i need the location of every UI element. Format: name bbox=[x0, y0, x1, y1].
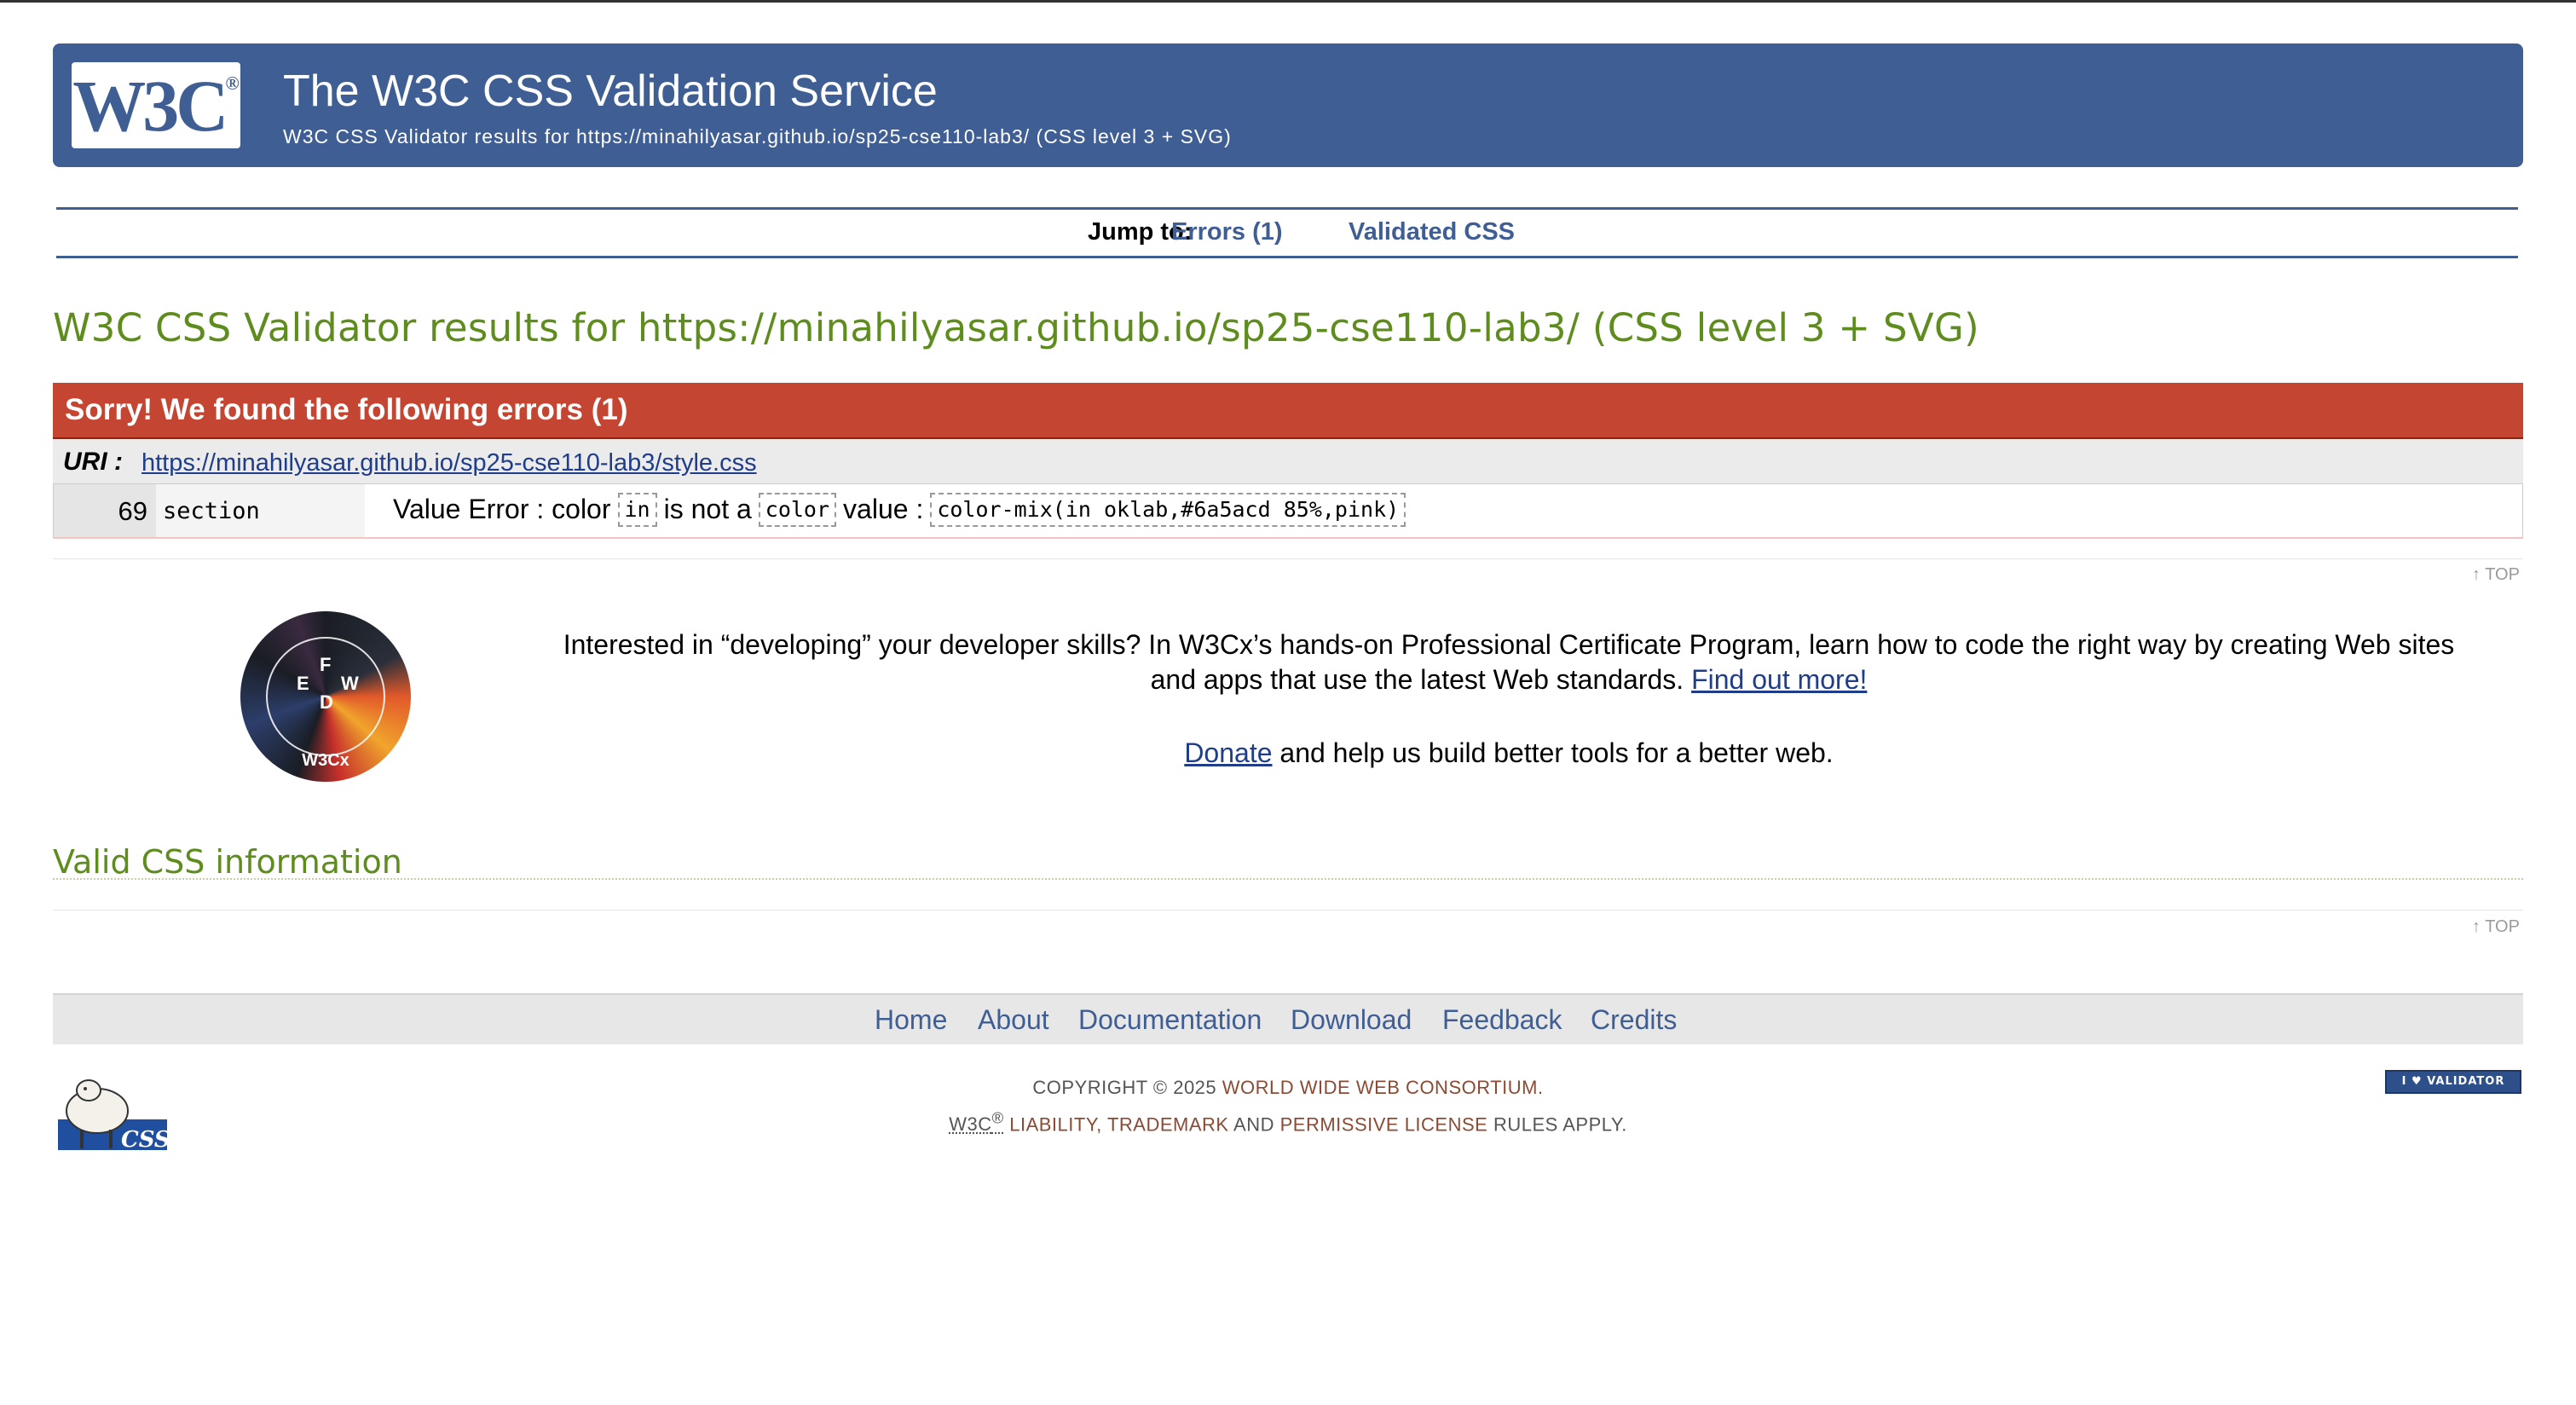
w3c-registered-mark: ® bbox=[991, 1109, 1004, 1127]
w3c-consortium-link[interactable]: WORLD WIDE WEB CONSORTIUM. bbox=[1222, 1077, 1544, 1098]
header-banner: W3C® The W3C CSS Validation Service W3C … bbox=[53, 43, 2523, 167]
jump-nav: Jump to: Errors (1) Validated CSS bbox=[56, 207, 2518, 258]
results-heading: W3C CSS Validator results for https://mi… bbox=[53, 305, 1979, 350]
error-underline bbox=[53, 537, 2523, 539]
footer-link-download[interactable]: Download bbox=[1291, 1004, 1412, 1036]
error-line-cell: 69 bbox=[54, 484, 156, 537]
footer-link-feedback[interactable]: Feedback bbox=[1442, 1004, 1562, 1036]
and-text: AND bbox=[1233, 1113, 1274, 1136]
error-line-number: 69 bbox=[118, 496, 147, 526]
errors-header: Sorry! We found the following errors (1) bbox=[53, 383, 2523, 439]
uri-label: URI : bbox=[63, 448, 123, 476]
donate-line: Donate and help us build better tools fo… bbox=[546, 737, 2472, 769]
find-out-more-link[interactable]: Find out more! bbox=[1691, 664, 1867, 695]
trademark-link[interactable]: TRADEMARK bbox=[1107, 1113, 1229, 1135]
error-message-mid: is not a bbox=[663, 494, 752, 525]
uri-row: URI : https://minahilyasar.github.io/sp2… bbox=[53, 439, 2523, 483]
jump-validated-css-link[interactable]: Validated CSS bbox=[1349, 218, 1515, 246]
error-message-suffix: value : bbox=[843, 494, 924, 525]
copyright: COPYRIGHT © 2025 WORLD WIDE WEB CONSORTI… bbox=[0, 1073, 2576, 1140]
footer-link-home[interactable]: Home bbox=[875, 1004, 947, 1036]
w3c-logo-text: W3C bbox=[72, 64, 228, 147]
back-to-top-link[interactable]: ↑ TOP bbox=[2472, 565, 2520, 585]
uri-link[interactable]: https://minahilyasar.github.io/sp25-cse1… bbox=[142, 449, 757, 477]
w3cx-badge[interactable]: F E W D W3Cx bbox=[240, 611, 411, 782]
page-subtitle: W3C CSS Validator results for https://mi… bbox=[283, 125, 1232, 147]
error-message-prefix: Value Error : color bbox=[393, 494, 611, 525]
valid-css-heading: Valid CSS information bbox=[53, 843, 402, 881]
badge-caption: W3Cx bbox=[302, 751, 349, 770]
badge-letter-f: F bbox=[320, 654, 332, 675]
promo-body: Interested in “developing” your develope… bbox=[563, 629, 2455, 695]
badge-letter-w: W bbox=[341, 673, 359, 694]
error-context-cell: section bbox=[156, 484, 365, 537]
promo-text: Interested in “developing” your develope… bbox=[546, 627, 2472, 697]
w3c-logo[interactable]: W3C® bbox=[72, 62, 240, 148]
donate-text: and help us build better tools for a bet… bbox=[1279, 737, 1834, 768]
footer-link-credits[interactable]: Credits bbox=[1591, 1004, 1677, 1036]
i-love-validator-badge[interactable]: I ♥ VALIDATOR bbox=[2385, 1070, 2521, 1094]
jump-errors-link[interactable]: Errors (1) bbox=[1171, 218, 1283, 246]
error-code-token: in bbox=[617, 493, 657, 527]
error-code-value: color-mix(in oklab,#6a5acd 85%,pink) bbox=[930, 493, 1406, 527]
badge-letter-e: E bbox=[297, 673, 309, 694]
valid-css-divider bbox=[53, 878, 2523, 880]
page-title[interactable]: The W3C CSS Validation Service bbox=[283, 66, 938, 117]
footer-nav: Home About Documentation Download Feedba… bbox=[53, 993, 2523, 1044]
divider bbox=[53, 910, 2523, 911]
error-context: section bbox=[163, 498, 260, 524]
error-message: Value Error : color in is not a color va… bbox=[393, 493, 1406, 527]
badge-letter-d: D bbox=[320, 691, 333, 713]
w3c-abbr[interactable]: W3C® bbox=[949, 1109, 1003, 1135]
copyright-prefix: COPYRIGHT © 2025 bbox=[1032, 1077, 1217, 1098]
error-row: 69 section Value Error : color in is not… bbox=[53, 483, 2523, 538]
liability-link[interactable]: LIABILITY, bbox=[1009, 1113, 1102, 1135]
footer-link-about[interactable]: About bbox=[978, 1004, 1049, 1036]
errors-title: Sorry! We found the following errors (1) bbox=[65, 393, 628, 426]
donate-link[interactable]: Donate bbox=[1184, 737, 1272, 768]
footer-link-documentation[interactable]: Documentation bbox=[1078, 1004, 1262, 1036]
registered-mark: ® bbox=[225, 72, 240, 94]
error-code-type: color bbox=[758, 493, 837, 527]
divider bbox=[53, 558, 2523, 559]
rules-text: RULES APPLY. bbox=[1493, 1113, 1627, 1136]
back-to-top-link[interactable]: ↑ TOP bbox=[2472, 917, 2520, 937]
license-link[interactable]: PERMISSIVE LICENSE bbox=[1280, 1113, 1488, 1135]
